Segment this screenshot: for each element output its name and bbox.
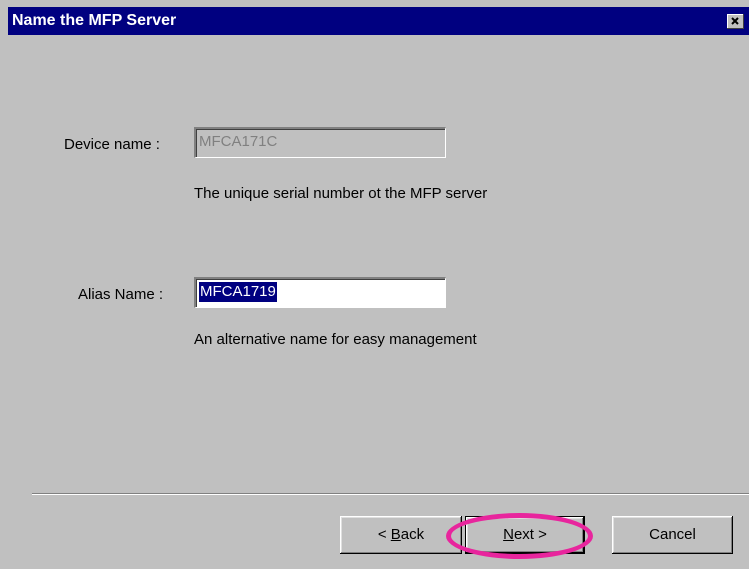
name-mfp-server-dialog: Name the MFP Server Device name : MFCA17…: [0, 0, 749, 569]
cancel-button-label: Cancel: [649, 526, 696, 543]
device-name-value: MFCA171C: [199, 133, 278, 150]
page: Name the MFP Server Device name : MFCA17…: [0, 0, 749, 569]
next-label-rest: ext >: [513, 526, 547, 543]
close-button[interactable]: [727, 14, 744, 29]
back-button-label: < Back: [378, 526, 424, 543]
device-name-description: The unique serial number ot the MFP serv…: [194, 185, 488, 202]
device-name-field: MFCA171C: [194, 127, 446, 158]
back-arrow: <: [377, 526, 391, 543]
alias-name-value: MFCA1719: [199, 282, 277, 302]
next-button-label: Next >: [503, 526, 547, 543]
button-separator: [32, 493, 749, 495]
cancel-button[interactable]: Cancel: [612, 516, 733, 554]
back-mnemonic: B: [390, 526, 401, 543]
back-button[interactable]: < Back: [340, 516, 462, 554]
back-label-rest: ack: [400, 526, 425, 543]
alias-name-label: Alias Name :: [78, 286, 164, 303]
device-name-label: Device name :: [64, 136, 160, 153]
title-bar: Name the MFP Server: [8, 7, 749, 35]
alias-name-description: An alternative name for easy management: [194, 331, 477, 348]
close-icon: [731, 17, 739, 25]
next-mnemonic: N: [503, 526, 514, 543]
window-title: Name the MFP Server: [12, 12, 177, 29]
alias-name-field[interactable]: MFCA1719: [194, 277, 446, 308]
next-button[interactable]: Next >: [465, 516, 585, 554]
